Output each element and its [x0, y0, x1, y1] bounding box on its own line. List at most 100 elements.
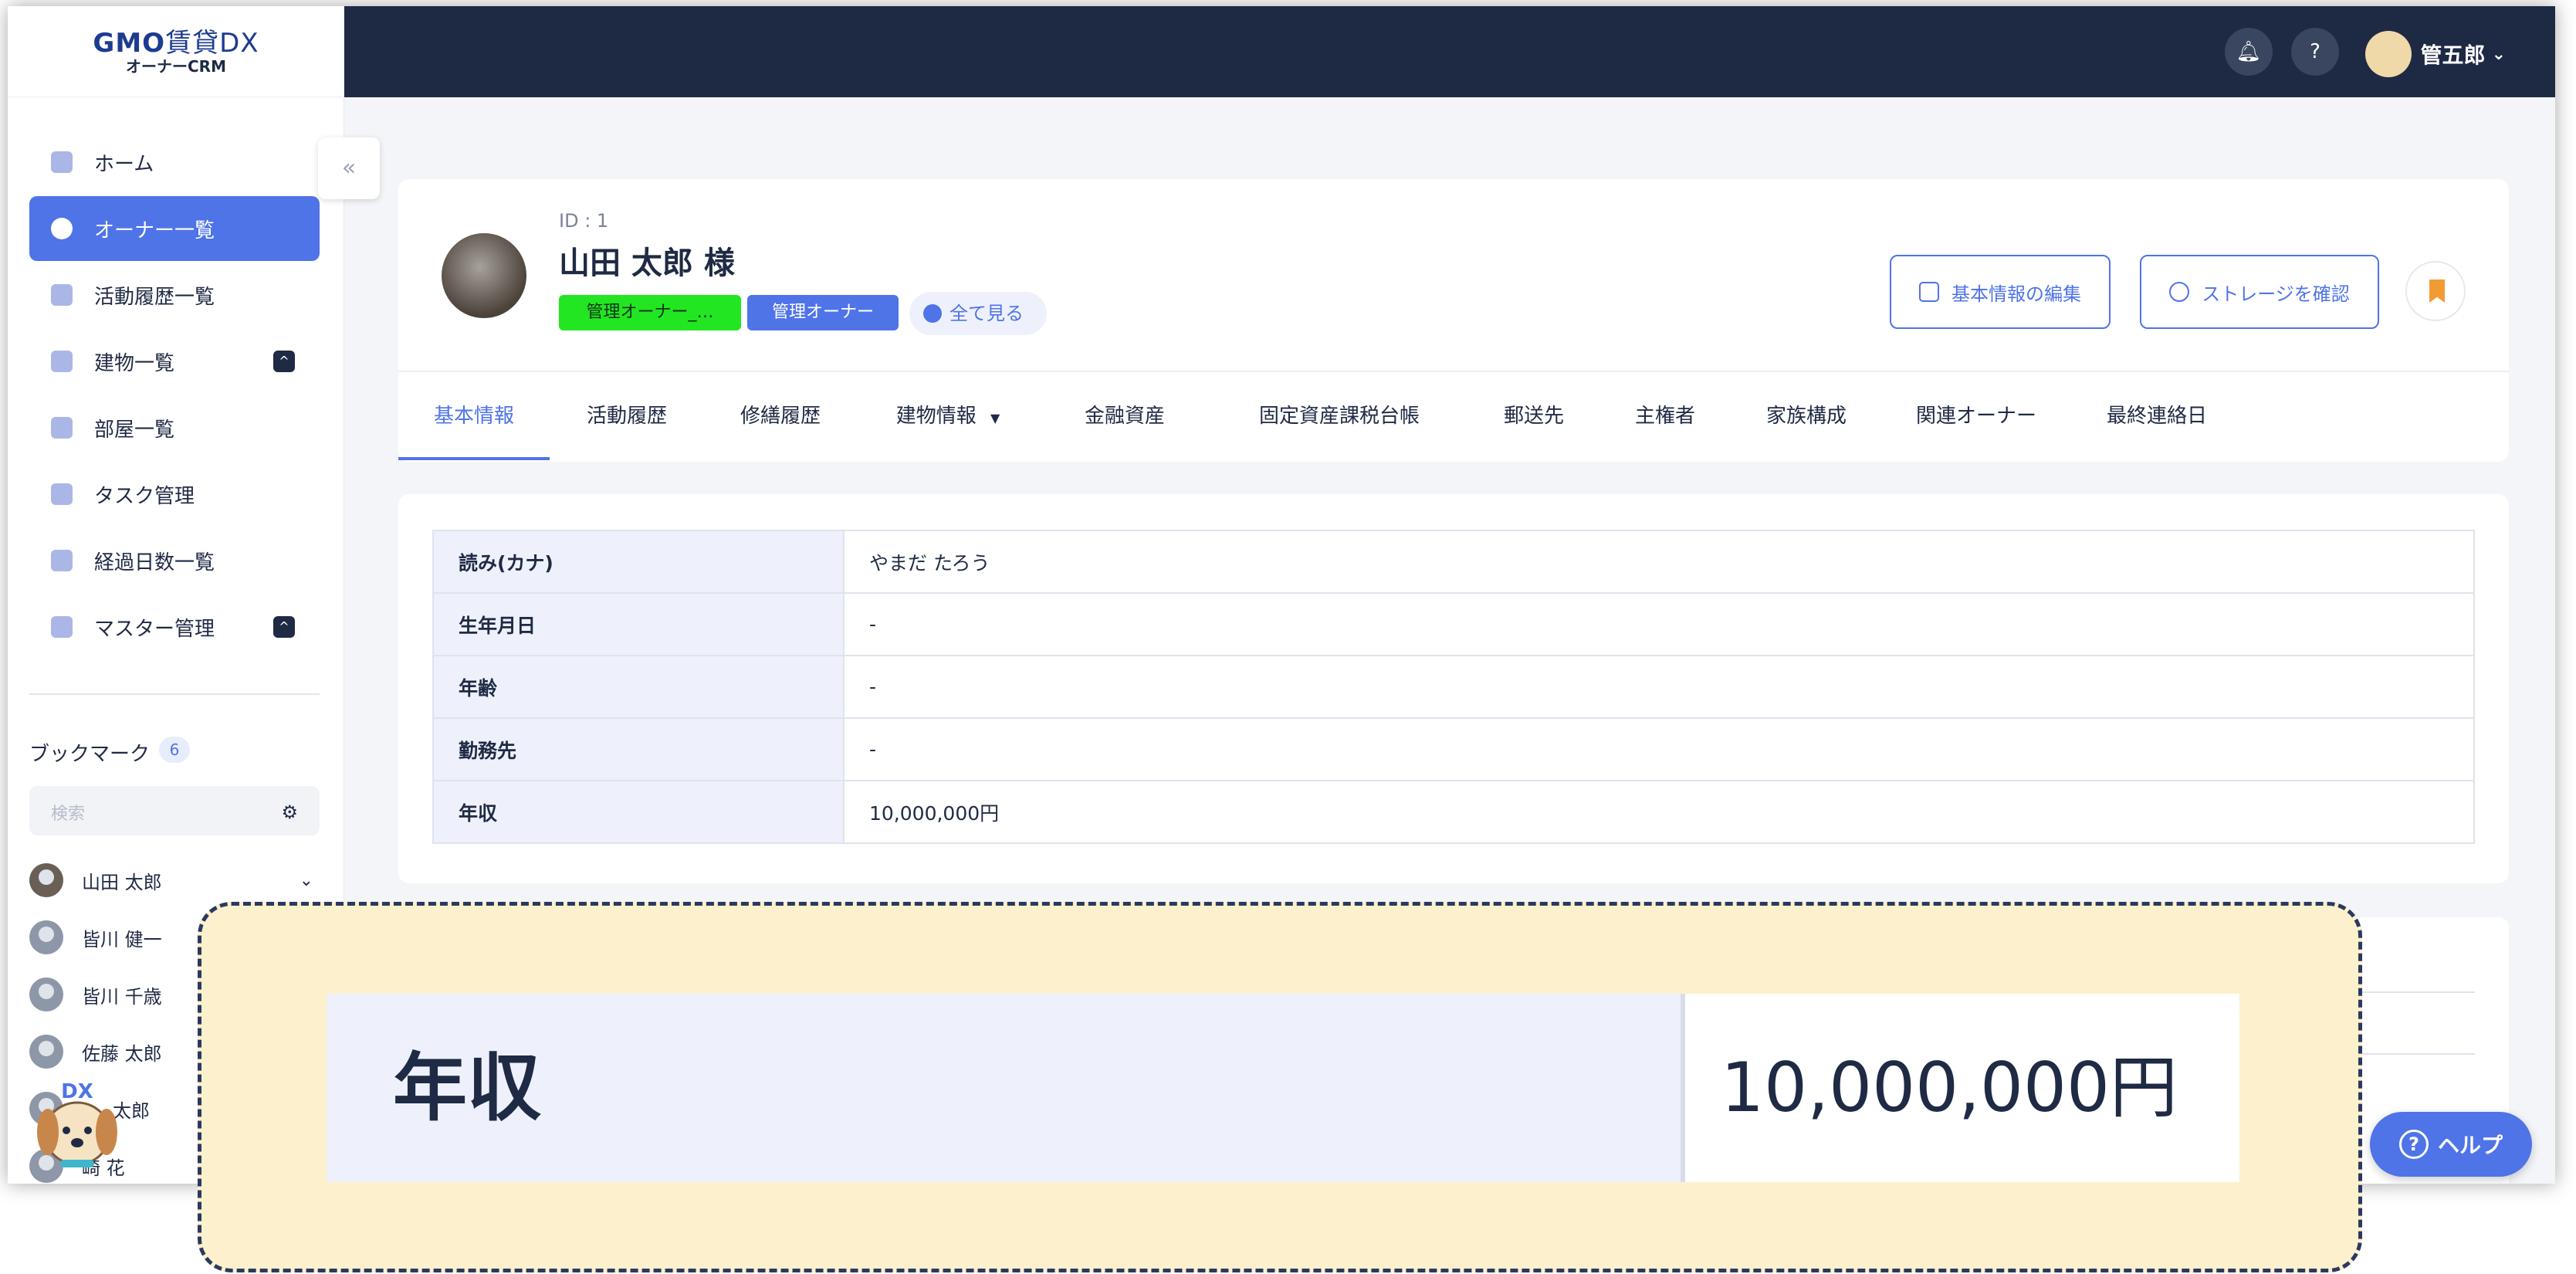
- tab-repair-history[interactable]: 修繕履歴: [704, 372, 857, 460]
- row-key: 年収: [432, 780, 845, 844]
- bookmark-search-input[interactable]: 検索 ⚙: [29, 786, 320, 835]
- edit-button-label: 基本情報の編集: [1951, 283, 2081, 305]
- document-icon: [51, 284, 73, 306]
- bookmark-search-placeholder: 検索: [51, 805, 86, 824]
- user-name: 管五郎: [2420, 42, 2486, 68]
- check-storage-button[interactable]: ストレージを確認: [2140, 255, 2379, 329]
- chevron-up-icon[interactable]: ^: [273, 351, 295, 372]
- owner-avatar: [442, 233, 526, 318]
- tab-mailing-address[interactable]: 郵送先: [1468, 372, 1599, 460]
- gear-icon: [51, 616, 73, 638]
- tab-family[interactable]: 家族構成: [1731, 372, 1882, 460]
- sidebar-item-label: 経過日数一覧: [94, 551, 215, 574]
- mascot-dog-icon[interactable]: DX: [31, 1072, 124, 1180]
- bookmark-icon: [2429, 280, 2445, 303]
- user-avatar: [2364, 31, 2412, 77]
- tab-related-owners[interactable]: 関連オーナー: [1882, 372, 2070, 460]
- annual-income-callout: 年収 10,000,000円: [198, 902, 2362, 1272]
- bookmark-item[interactable]: 山田 太郎 ⌄: [29, 857, 320, 903]
- callout-value: 10,000,000円: [1685, 994, 2239, 1182]
- callout-row: 年収 10,000,000円: [327, 994, 2239, 1182]
- avatar: [29, 1035, 63, 1069]
- building-icon: [51, 351, 73, 372]
- avatar: [29, 863, 63, 897]
- user-menu[interactable]: 管五郎 ⌄: [2364, 31, 2506, 77]
- row-value: -: [843, 655, 2475, 719]
- double-chevron-left-icon: «: [341, 154, 357, 181]
- tab-fixed-asset-tax-ledger[interactable]: 固定資産課税台帳: [1210, 372, 1468, 460]
- user-circle-icon: [51, 218, 73, 239]
- door-icon: [51, 417, 73, 439]
- basic-info-card: 読み(カナ) やまだ たろう 生年月日 - 年齢 - 勤務先 - 年収 10,0…: [398, 494, 2509, 883]
- check-badge-icon: [51, 550, 73, 571]
- row-key: 生年月日: [432, 592, 845, 656]
- tab-last-contact[interactable]: 最終連絡日: [2070, 372, 2243, 460]
- see-all-tags-button[interactable]: 全て見る: [909, 292, 1047, 335]
- row-key: 読み(カナ): [432, 530, 845, 594]
- sidebar-item-rooms[interactable]: 部屋一覧: [29, 395, 320, 460]
- row-key: 年齢: [432, 655, 845, 719]
- bookmark-toggle-button[interactable]: [2405, 261, 2466, 321]
- tab-holder[interactable]: 主権者: [1599, 372, 1731, 460]
- table-row: 読み(カナ) やまだ たろう: [432, 530, 2475, 594]
- sidebar-item-master[interactable]: マスター管理 ^: [29, 595, 320, 659]
- filter-settings-icon[interactable]: ⚙: [281, 801, 298, 823]
- sidebar-item-tasks[interactable]: タスク管理: [29, 462, 320, 527]
- row-value: やまだ たろう: [843, 530, 2475, 594]
- bookmark-count-badge: 6: [159, 737, 190, 763]
- brand-logo[interactable]: GMO賃貸DX オーナーCRM: [8, 6, 344, 97]
- chevron-down-icon[interactable]: ⌄: [300, 871, 313, 890]
- more-dots-icon: [923, 304, 942, 323]
- avatar: [29, 920, 63, 954]
- sidebar-item-label: 建物一覧: [94, 351, 175, 375]
- help-label: ヘルプ: [2437, 1133, 2503, 1158]
- row-value: -: [843, 717, 2475, 781]
- sidebar-divider: [29, 693, 320, 695]
- bell-icon: 🔔︎: [2236, 40, 2262, 63]
- edit-icon: [1919, 282, 1939, 302]
- tab-activity-history[interactable]: 活動履歴: [550, 372, 704, 460]
- tab-financial-assets[interactable]: 金融資産: [1039, 372, 1210, 460]
- bookmark-item-name: 佐藤 太郎: [82, 1042, 162, 1065]
- owner-header-card: ID : 1 山田 太郎 様 管理オーナー_… 管理オーナー 全て見る 基本情報…: [398, 179, 2509, 462]
- table-row: 勤務先 -: [432, 717, 2475, 781]
- sidebar-item-label: オーナー一覧: [94, 219, 215, 242]
- owner-id: ID : 1: [559, 210, 609, 232]
- bookmark-item-name: 皆川 千歳: [82, 985, 162, 1008]
- owner-name: 山田 太郎 様: [559, 246, 735, 281]
- sidebar-item-label: タスク管理: [94, 484, 195, 508]
- task-icon: [51, 483, 73, 505]
- home-icon: [51, 151, 73, 173]
- notification-bell-button[interactable]: 🔔︎: [2225, 28, 2273, 76]
- sidebar-item-elapsed-days[interactable]: 経過日数一覧: [29, 528, 320, 593]
- help-circle-button[interactable]: ?: [2291, 28, 2339, 76]
- see-all-label: 全て見る: [949, 303, 1024, 324]
- tab-basic-info[interactable]: 基本情報: [398, 372, 550, 460]
- edit-basic-info-button[interactable]: 基本情報の編集: [1890, 255, 2111, 329]
- table-row: 年齢 -: [432, 655, 2475, 719]
- row-value: 10,000,000円: [843, 780, 2475, 844]
- sidebar-item-home[interactable]: ホーム: [29, 130, 320, 195]
- database-icon: [2169, 282, 2190, 302]
- storage-button-label: ストレージを確認: [2202, 283, 2350, 305]
- mascot-label: DX: [61, 1080, 93, 1103]
- sidebar-item-buildings[interactable]: 建物一覧 ^: [29, 329, 320, 394]
- sidebar-collapse-button[interactable]: «: [318, 137, 380, 199]
- tab-label: 建物情報: [895, 405, 977, 428]
- help-button[interactable]: ? ヘルプ: [2370, 1112, 2532, 1177]
- sidebar-item-activity-history[interactable]: 活動履歴一覧: [29, 263, 320, 327]
- basic-info-table: 読み(カナ) やまだ たろう 生年月日 - 年齢 - 勤務先 - 年収 10,0…: [432, 530, 2475, 844]
- sidebar-item-label: ホーム: [94, 152, 154, 176]
- owner-tag: 管理オーナー_…: [559, 295, 741, 330]
- row-value: -: [843, 592, 2475, 656]
- row-key: 勤務先: [432, 717, 845, 781]
- callout-key: 年収: [327, 994, 1685, 1182]
- caret-down-icon: ▼: [990, 411, 1000, 425]
- chevron-up-icon[interactable]: ^: [273, 616, 295, 638]
- sidebar-item-owner-list[interactable]: オーナー一覧: [29, 196, 320, 261]
- bookmark-title: ブックマーク: [29, 743, 151, 766]
- tab-building-info[interactable]: 建物情報 ▼: [857, 372, 1039, 460]
- sidebar-item-label: マスター管理: [94, 617, 215, 641]
- question-icon: ?: [2398, 1130, 2429, 1159]
- bookmark-item-name: 皆川 健一: [82, 928, 162, 950]
